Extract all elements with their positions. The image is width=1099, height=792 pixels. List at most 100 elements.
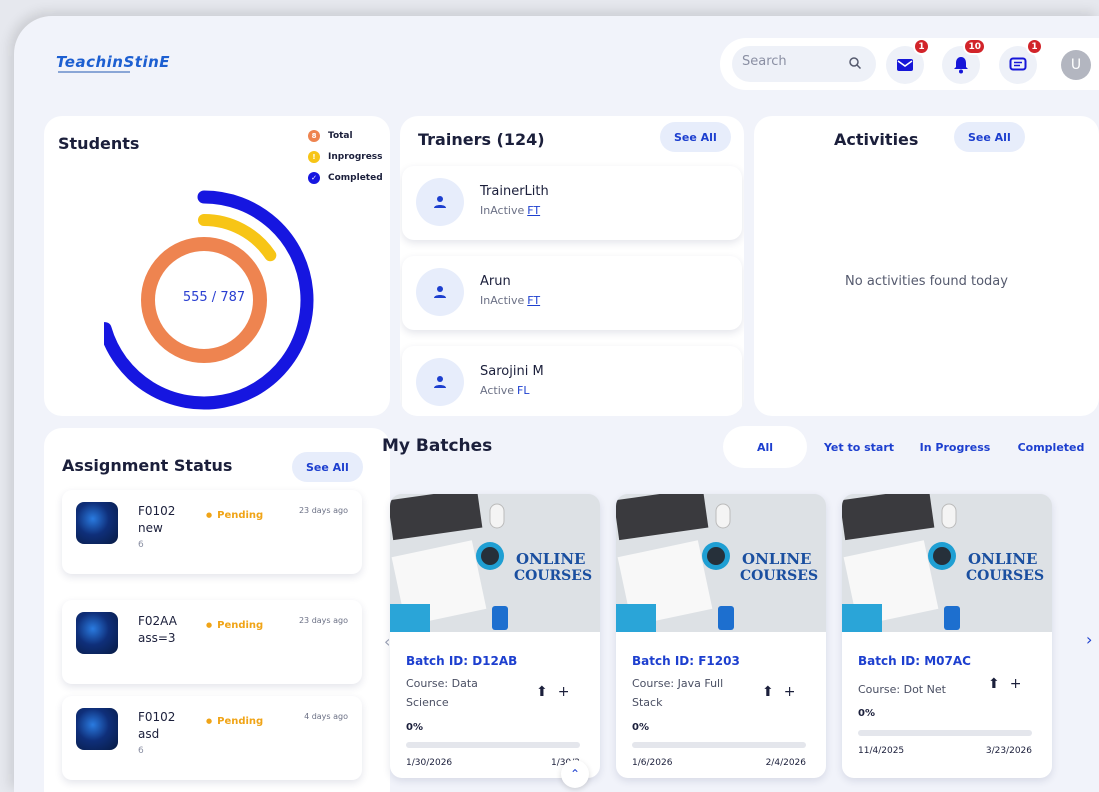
batch-progress-bar bbox=[858, 730, 1032, 736]
scroll-up-button[interactable]: ⌃ bbox=[561, 760, 589, 788]
batch-cover-image: ONLINE COURSES bbox=[842, 494, 1052, 632]
upload-icon[interactable]: ⬆ bbox=[536, 684, 548, 700]
batch-cover-image: ONLINE COURSES bbox=[616, 494, 826, 632]
batch-actions: ⬆ + bbox=[762, 684, 805, 700]
batch-actions: ⬆ + bbox=[536, 684, 579, 700]
trainer-avatar bbox=[416, 268, 464, 316]
trainers-see-all-button[interactable]: See All bbox=[660, 122, 731, 152]
filter-tab-completed[interactable]: Completed bbox=[1013, 426, 1089, 468]
batch-dates: 1/6/2026 2/4/2026 bbox=[632, 758, 806, 768]
assignment-time: 23 days ago bbox=[298, 616, 348, 625]
batch-id: Batch ID: D12AB bbox=[406, 654, 518, 668]
search-box[interactable] bbox=[732, 46, 876, 82]
assignment-count: 6 bbox=[138, 746, 144, 756]
person-icon bbox=[434, 196, 446, 208]
batch-cover-image: ONLINE COURSES bbox=[390, 494, 600, 632]
trainer-status: InActive bbox=[480, 204, 525, 217]
image-text-line1: ONLINE bbox=[516, 550, 586, 568]
students-title: Students bbox=[58, 134, 140, 153]
messages-button[interactable]: 1 bbox=[999, 38, 1043, 84]
trainer-avatar bbox=[416, 358, 464, 406]
trainer-name: Arun bbox=[480, 274, 511, 289]
batch-card[interactable]: ONLINE COURSES Batch ID: D12AB Course: D… bbox=[390, 494, 600, 778]
trainer-type: FL bbox=[517, 384, 530, 397]
upload-icon[interactable]: ⬆ bbox=[762, 684, 774, 700]
batch-progress-text: 0% bbox=[632, 722, 649, 733]
mail-badge: 1 bbox=[913, 38, 930, 55]
online-courses-image: ONLINE COURSES bbox=[390, 494, 600, 632]
batch-card[interactable]: ONLINE COURSES Batch ID: F1203 Course: J… bbox=[616, 494, 826, 778]
trainer-card[interactable]: TrainerLith InActive FT bbox=[402, 166, 742, 240]
assignment-count: 6 bbox=[138, 540, 144, 550]
assignment-time: 23 days ago bbox=[298, 506, 348, 515]
assignment-name: asd bbox=[138, 727, 160, 741]
trainer-type-link[interactable]: FT bbox=[527, 204, 540, 217]
online-courses-image: ONLINE COURSES bbox=[616, 494, 826, 632]
filter-tab-all[interactable]: All bbox=[723, 426, 807, 468]
bell-icon bbox=[954, 57, 968, 74]
search-icon[interactable] bbox=[848, 56, 862, 70]
trainer-card[interactable]: Sarojini M Active FL bbox=[402, 346, 742, 416]
activities-see-all-button[interactable]: See All bbox=[954, 122, 1025, 152]
trainer-card[interactable]: Arun InActive FT bbox=[402, 256, 742, 330]
top-bar: 1 10 1 U bbox=[720, 38, 1099, 90]
add-icon[interactable]: + bbox=[558, 684, 570, 700]
inprogress-dot-icon: ! bbox=[308, 151, 320, 163]
messages-badge: 1 bbox=[1026, 38, 1043, 55]
notifications-button[interactable]: 10 bbox=[942, 38, 986, 84]
batch-filter-tabs: All Yet to start In Progress Completed bbox=[723, 426, 1099, 468]
trainer-avatar bbox=[416, 178, 464, 226]
legend-label: Inprogress bbox=[328, 152, 383, 162]
assignment-time: 4 days ago bbox=[304, 712, 348, 721]
my-batches-title: My Batches bbox=[382, 436, 493, 456]
batch-end-date: 2/4/2026 bbox=[765, 758, 806, 768]
image-text-line2: COURSES bbox=[740, 568, 818, 584]
mail-icon bbox=[897, 59, 913, 71]
add-icon[interactable]: + bbox=[1010, 676, 1022, 692]
assignments-see-all-button[interactable]: See All bbox=[292, 452, 363, 482]
app-logo[interactable]: TeachinStinE bbox=[56, 53, 170, 71]
trainer-status-line: InActive FT bbox=[480, 294, 540, 307]
assignment-code: F0102 bbox=[138, 710, 176, 724]
batch-card[interactable]: ONLINE COURSES Batch ID: M07AC Course: D… bbox=[842, 494, 1052, 778]
search-input[interactable] bbox=[742, 54, 838, 69]
batch-start-date: 11/4/2025 bbox=[858, 746, 905, 756]
trainers-card: Trainers (124) See All TrainerLith InAct… bbox=[400, 116, 744, 416]
logo-tagline bbox=[58, 71, 130, 73]
batch-dates: 11/4/2025 3/23/2026 bbox=[858, 746, 1032, 756]
assignment-thumbnail bbox=[76, 708, 118, 750]
assignment-thumbnail bbox=[76, 502, 118, 544]
image-text-line1: ONLINE bbox=[742, 550, 812, 568]
upload-icon[interactable]: ⬆ bbox=[988, 676, 1000, 692]
assignment-item[interactable]: F0102 asd 6 Pending 4 days ago bbox=[62, 696, 362, 780]
image-text-line2: COURSES bbox=[966, 568, 1044, 584]
filter-tab-yet-to-start[interactable]: Yet to start bbox=[819, 426, 899, 468]
assignment-item[interactable]: F0102 new 6 Pending 23 days ago bbox=[62, 490, 362, 574]
trainer-status: Active bbox=[480, 384, 515, 397]
batch-progress-bar bbox=[406, 742, 580, 748]
trainer-status: InActive bbox=[480, 294, 525, 307]
trainers-title: Trainers (124) bbox=[418, 130, 545, 149]
trainer-status-line: Active FL bbox=[480, 384, 530, 397]
person-icon bbox=[434, 376, 446, 388]
assignment-status-title: Assignment Status bbox=[62, 456, 233, 475]
batches-next-arrow-icon[interactable]: › bbox=[1086, 630, 1092, 649]
legend-item-inprogress: ! Inprogress bbox=[308, 151, 383, 163]
image-text-line1: ONLINE bbox=[968, 550, 1038, 568]
trainer-name: TrainerLith bbox=[480, 184, 549, 199]
filter-tab-in-progress[interactable]: In Progress bbox=[913, 426, 997, 468]
batch-course: Course: Dot Net bbox=[858, 683, 946, 696]
add-icon[interactable]: + bbox=[784, 684, 796, 700]
user-avatar[interactable]: U bbox=[1061, 50, 1091, 80]
trainer-type-link[interactable]: FT bbox=[527, 294, 540, 307]
assignment-item[interactable]: F02AA ass=3 Pending 23 days ago bbox=[62, 600, 362, 684]
batch-progress-text: 0% bbox=[858, 708, 875, 719]
batch-progress-bar bbox=[632, 742, 806, 748]
batch-end-date: 3/23/2026 bbox=[985, 746, 1032, 756]
assignment-name: ass=3 bbox=[138, 631, 176, 645]
mail-button[interactable]: 1 bbox=[886, 38, 930, 84]
batch-start-date: 1/6/2026 bbox=[632, 758, 673, 768]
person-icon bbox=[434, 286, 446, 298]
assignment-code: F02AA bbox=[138, 614, 177, 628]
activities-empty-message: No activities found today bbox=[845, 274, 1008, 289]
